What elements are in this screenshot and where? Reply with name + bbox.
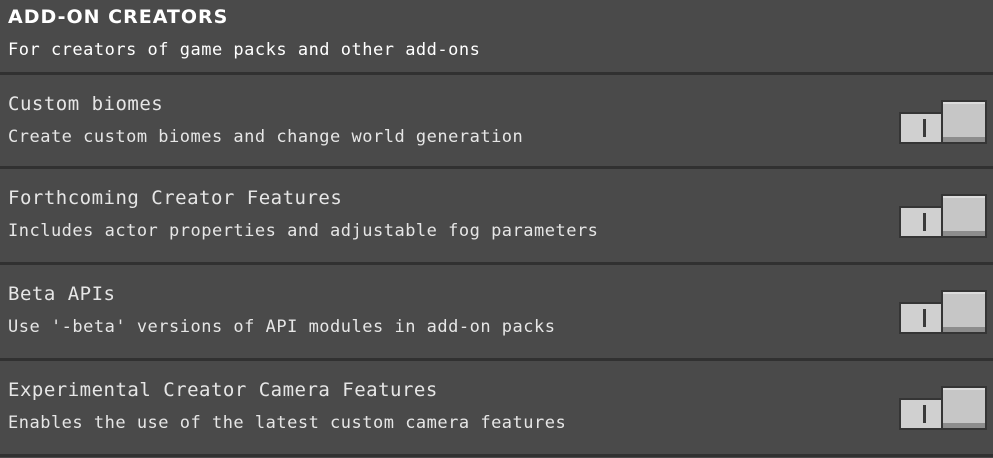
toggle-knob[interactable] [941,194,987,238]
divider [0,454,993,457]
toggle-row-description: Enables the use of the latest custom cam… [8,413,567,433]
toggle-row-title: Experimental Creator Camera Features [8,379,438,401]
toggle-knob[interactable] [941,100,987,144]
toggle-row-description: Includes actor properties and adjustable… [8,221,599,241]
toggle-row-custom-biomes: Custom biomes Create custom biomes and c… [0,75,993,166]
custom-biomes-toggle[interactable] [899,100,989,148]
toggle-off-mark-icon [923,405,926,423]
forthcoming-creator-features-toggle[interactable] [899,194,989,242]
section-subtitle: For creators of game packs and other add… [8,40,481,60]
toggle-row-forthcoming-creator-features: Forthcoming Creator Features Includes ac… [0,169,993,260]
toggle-row-beta-apis: Beta APIs Use '-beta' versions of API mo… [0,265,993,356]
toggle-row-title: Forthcoming Creator Features [8,187,343,209]
toggle-row-experimental-creator-camera-features: Experimental Creator Camera Features Ena… [0,361,993,452]
experimental-creator-camera-features-toggle[interactable] [899,386,989,434]
toggle-knob[interactable] [941,386,987,430]
toggle-off-mark-icon [923,213,926,231]
toggle-row-title: Custom biomes [8,93,164,115]
section-title: ADD-ON CREATORS [8,6,229,28]
toggle-row-title: Beta APIs [8,283,116,305]
beta-apis-toggle[interactable] [899,290,989,338]
toggle-row-description: Use '-beta' versions of API modules in a… [8,317,556,337]
toggle-off-mark-icon [923,309,926,327]
section-header: ADD-ON CREATORS For creators of game pac… [0,0,993,72]
toggle-off-mark-icon [923,119,926,137]
toggle-knob[interactable] [941,290,987,334]
toggle-row-description: Create custom biomes and change world ge… [8,127,524,147]
